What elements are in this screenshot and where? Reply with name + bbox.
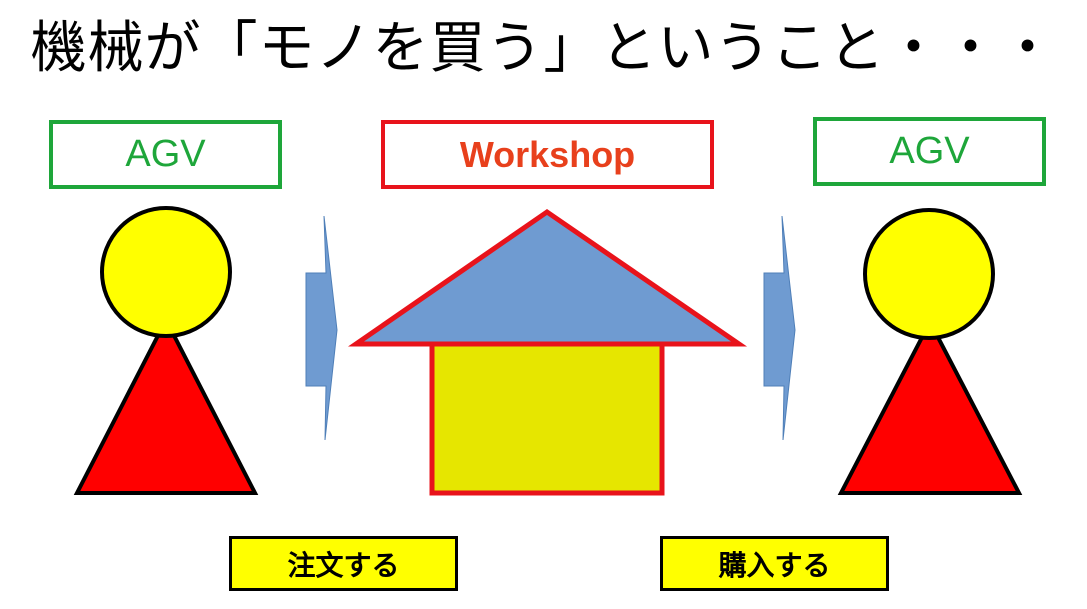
right-agent-body	[837, 317, 1023, 495]
order-action-text: 注文する	[287, 548, 400, 582]
left-agv-label: AGV	[49, 120, 282, 189]
workshop-house	[347, 208, 748, 496]
workshop-house-body	[429, 337, 665, 496]
purchase-action-text: 購入する	[718, 548, 831, 582]
right-agent-figure	[837, 208, 1023, 495]
left-agent-head	[100, 206, 232, 338]
left-agent-body	[73, 315, 259, 495]
order-arrow-icon	[305, 215, 338, 441]
order-action-label: 注文する	[229, 536, 458, 591]
right-agv-label-text: AGV	[889, 130, 970, 172]
right-agv-label: AGV	[813, 117, 1046, 186]
purchase-arrow-icon	[763, 215, 796, 441]
workshop-house-roof	[347, 208, 748, 347]
diagram-canvas: 機械が「モノを買う」ということ・・・ AGV Workshop AGV 注文する	[0, 0, 1087, 609]
left-agv-label-text: AGV	[125, 133, 206, 175]
right-agent-head	[863, 208, 995, 340]
diagram-scene	[73, 206, 1023, 496]
workshop-label: Workshop	[381, 120, 714, 189]
left-agent-figure	[73, 206, 259, 495]
workshop-label-text: Workshop	[459, 133, 636, 175]
purchase-action-label: 購入する	[660, 536, 889, 591]
